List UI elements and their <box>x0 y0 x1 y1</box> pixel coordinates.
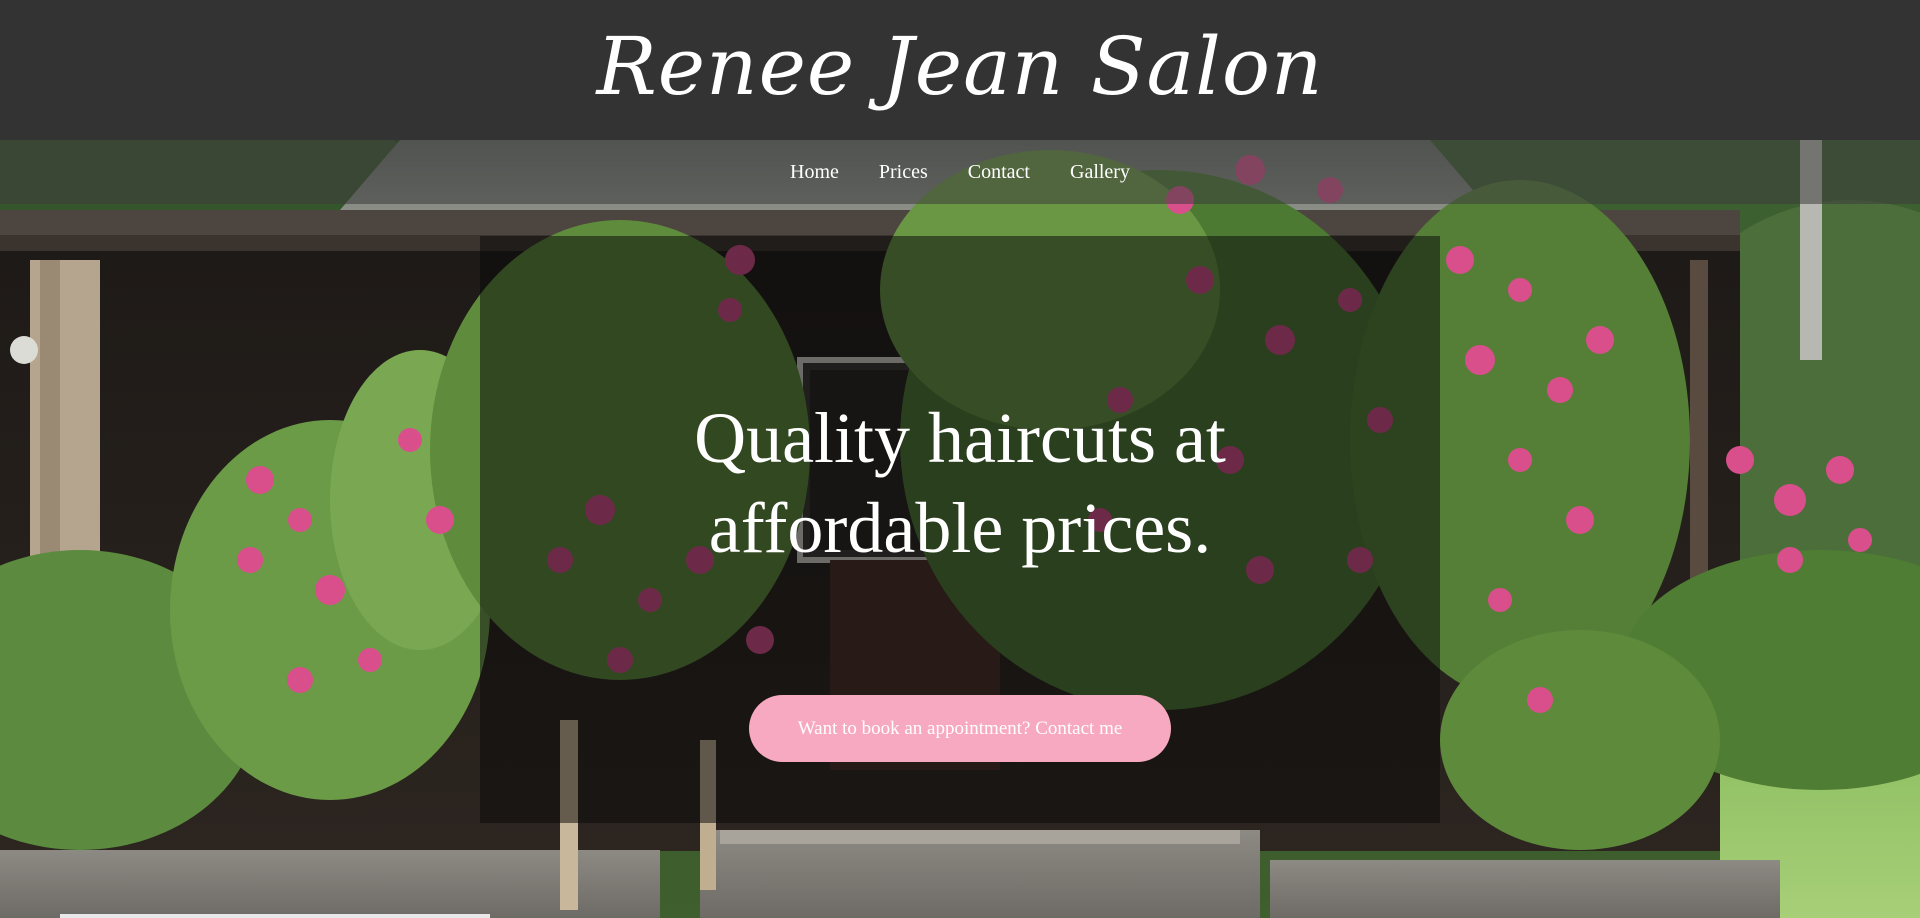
site-title[interactable]: Renee Jean Salon <box>596 20 1323 113</box>
hero-overlay-panel: Quality haircuts at affordable prices. W… <box>480 236 1440 823</box>
nav-link-home[interactable]: Home <box>790 161 839 184</box>
nav-link-gallery[interactable]: Gallery <box>1070 161 1130 184</box>
hero-heading-line-1: Quality haircuts at <box>694 398 1226 478</box>
nav-link-prices[interactable]: Prices <box>879 161 928 184</box>
main-navigation: Home Prices Contact Gallery <box>0 140 1920 204</box>
page: Renee Jean Salon Home Prices Contact Gal… <box>0 0 1920 918</box>
nav-link-contact[interactable]: Contact <box>968 161 1030 184</box>
hero-heading: Quality haircuts at affordable prices. <box>480 393 1440 573</box>
bottom-divider <box>60 914 490 918</box>
book-appointment-button[interactable]: Want to book an appointment? Contact me <box>749 695 1171 762</box>
site-header: Renee Jean Salon <box>0 0 1920 140</box>
hero-heading-line-2: affordable prices. <box>708 488 1212 568</box>
